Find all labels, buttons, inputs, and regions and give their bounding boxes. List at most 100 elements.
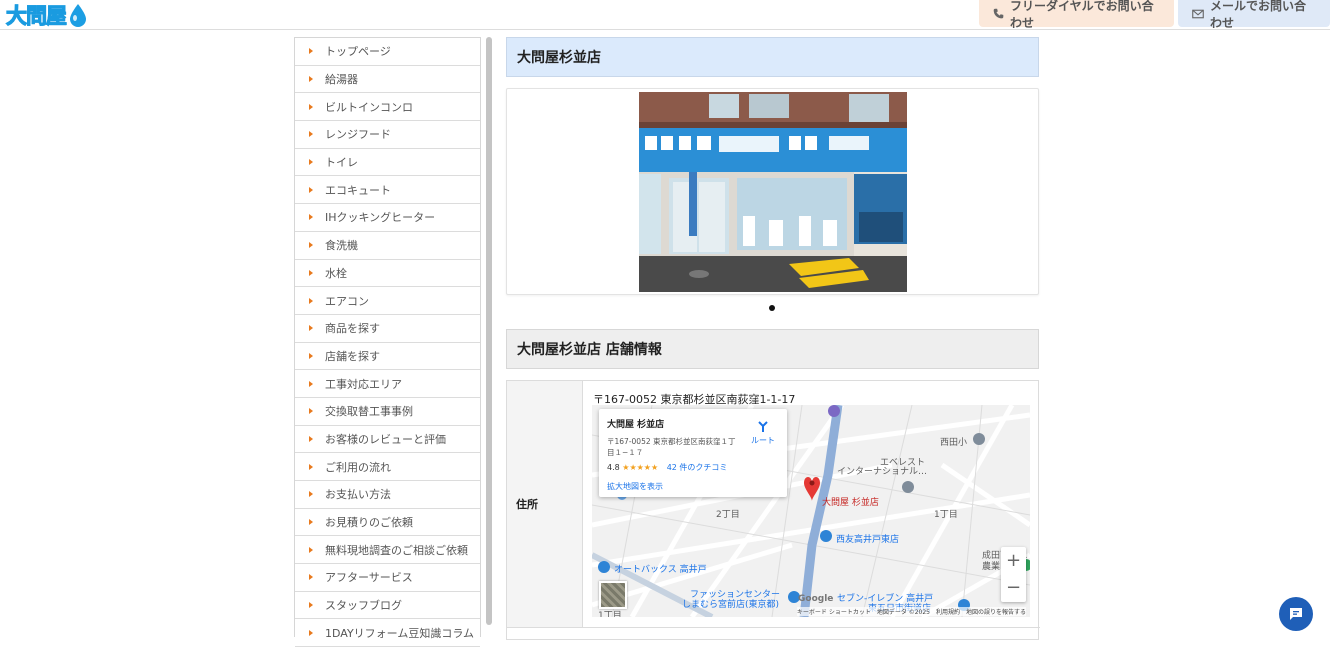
rating-value: 4.8 xyxy=(607,463,620,472)
store-info-title: 大問屋杉並店 店舗情報 xyxy=(506,329,1039,369)
sidebar-item-label: お見積りのご依頼 xyxy=(325,516,413,530)
zoom-out-button[interactable]: − xyxy=(1001,574,1026,601)
reviews-link[interactable]: 42 件のクチコミ xyxy=(667,463,728,472)
sidebar-item-staff-blog[interactable]: スタッフブログ xyxy=(295,592,480,620)
carousel-indicator-dot[interactable] xyxy=(769,305,775,311)
chevron-right-icon xyxy=(309,186,313,193)
sidebar-item-label: トップページ xyxy=(325,45,391,59)
sidebar-item-label: スタッフブログ xyxy=(325,599,402,613)
sidebar-item-label: エアコン xyxy=(325,294,369,308)
sidebar-item-faucet[interactable]: 水栓 xyxy=(295,260,480,288)
sidebar-item-label: 交換取替工事事例 xyxy=(325,405,413,419)
satellite-view-toggle[interactable] xyxy=(599,581,627,609)
sidebar-item-cases[interactable]: 交換取替工事事例 xyxy=(295,398,480,426)
sidebar-scrollbar[interactable] xyxy=(486,37,492,625)
sidebar-item-label: 工事対応エリア xyxy=(325,377,402,391)
sidebar-item-label: トイレ xyxy=(325,156,358,170)
chevron-right-icon xyxy=(309,380,313,387)
map-footer[interactable]: キーボード ショートカット 地図データ ©2025 利用規約 地図の誤りを報告す… xyxy=(796,607,1026,616)
water-drop-icon xyxy=(70,3,86,27)
map-label-shimamura[interactable]: しまむら宮前店(東京都) xyxy=(682,597,779,610)
sidebar-item-ih-heater[interactable]: IHクッキングヒーター xyxy=(295,204,480,232)
chevron-right-icon xyxy=(309,269,313,276)
sidebar-item-dishwasher[interactable]: 食洗機 xyxy=(295,232,480,260)
chevron-right-icon xyxy=(309,629,313,636)
map-label-nishida: 西田小 xyxy=(940,438,968,448)
sidebar-item-label: お支払い方法 xyxy=(325,488,391,502)
tel-contact-label: フリーダイヤルでお問い合わせ xyxy=(1010,0,1154,30)
sidebar-item-after-service[interactable]: アフターサービス xyxy=(295,564,480,592)
store-photo-carousel[interactable] xyxy=(506,88,1039,295)
sidebar-item-range-hood[interactable]: レンジフード xyxy=(295,121,480,149)
sidebar-item-aircon[interactable]: エアコン xyxy=(295,287,480,315)
sidebar-item-label: 1DAYリフォーム豆知識コラム xyxy=(325,626,475,640)
sidebar-item-reviews[interactable]: お客様のレビューと評価 xyxy=(295,426,480,454)
sidebar-item-find-products[interactable]: 商品を探す xyxy=(295,315,480,343)
zoom-in-button[interactable]: + xyxy=(1001,547,1026,574)
sidebar-item-label: 商品を探す xyxy=(325,322,380,336)
store-photo xyxy=(639,92,907,292)
google-logo: Google xyxy=(798,594,834,604)
chevron-right-icon xyxy=(309,408,313,415)
logo-text: 大問屋 xyxy=(6,0,68,30)
tel-contact-button[interactable]: フリーダイヤルでお問い合わせ xyxy=(979,0,1174,30)
map-label-farm: 農業 xyxy=(982,562,1001,572)
sidebar-item-label: レンジフード xyxy=(325,128,391,142)
chevron-right-icon xyxy=(309,546,313,553)
map-label-1chome-bottom: 1丁目 xyxy=(598,611,622,617)
enlarge-map-link[interactable]: 拡大地図を表示 xyxy=(607,481,779,492)
sidebar-item-ecocute[interactable]: エコキュート xyxy=(295,176,480,205)
chevron-right-icon xyxy=(309,103,313,110)
chevron-right-icon xyxy=(309,352,313,359)
map-rating: 4.8 ★★★★★ 42 件のクチコミ xyxy=(607,462,779,473)
google-map[interactable]: 大問屋 杉並店 〒167-0052 東京都杉並区南荻窪１丁目１−１７ 4.8 ★… xyxy=(592,405,1030,617)
map-label-seiyu[interactable]: 西友高井戸東店 xyxy=(836,532,899,545)
sidebar-item-label: 無料現地調査のご相談ご依頼 xyxy=(325,543,468,557)
chevron-right-icon xyxy=(309,214,313,221)
table-row-divider xyxy=(507,627,1040,628)
sidebar-item-find-stores[interactable]: 店舗を探す xyxy=(295,343,480,371)
sidebar-item-payment[interactable]: お支払い方法 xyxy=(295,481,480,509)
sidebar-item-estimate[interactable]: お見積りのご依頼 xyxy=(295,509,480,537)
chevron-right-icon xyxy=(309,435,313,442)
sidebar-item-top[interactable]: トップページ xyxy=(295,38,480,66)
sidebar-item-service-area[interactable]: 工事対応エリア xyxy=(295,370,480,398)
sidebar-item-column[interactable]: 1DAYリフォーム豆知識コラム xyxy=(295,619,480,647)
store-title: 大問屋杉並店 xyxy=(506,37,1039,77)
chevron-right-icon xyxy=(309,48,313,55)
sidebar-item-label: ご利用の流れ xyxy=(325,460,391,474)
map-zoom-controls: + − xyxy=(1001,547,1026,602)
mail-contact-button[interactable]: メールでお問い合わせ xyxy=(1178,0,1330,30)
chevron-right-icon xyxy=(309,519,313,526)
side-navigation: トップページ 給湯器 ビルトインコンロ レンジフード トイレ エコキュート IH… xyxy=(294,37,481,647)
chevron-right-icon xyxy=(309,491,313,498)
sidebar-item-water-heater[interactable]: 給湯器 xyxy=(295,66,480,94)
map-place-card: 大問屋 杉並店 〒167-0052 東京都杉並区南荻窪１丁目１−１７ 4.8 ★… xyxy=(599,409,787,497)
phone-icon xyxy=(993,8,1004,19)
sidebar-item-toilet[interactable]: トイレ xyxy=(295,149,480,177)
map-label-international: インターナショナル… xyxy=(837,467,928,477)
route-button[interactable]: ルート xyxy=(751,421,775,446)
chevron-right-icon xyxy=(309,76,313,83)
main-content: 大問屋杉並店 大問屋杉並店 店舗情報 住所 〒167-0052 東京都杉並区南荻… xyxy=(506,37,1040,640)
sidebar-item-label: エコキュート xyxy=(325,183,391,197)
mail-icon xyxy=(1192,9,1204,18)
sidebar-item-label: ビルトインコンロ xyxy=(325,100,413,114)
sidebar-item-label: IHクッキングヒーター xyxy=(325,211,436,225)
map-label-2chome: 2丁目 xyxy=(716,510,740,520)
map-pin-label[interactable]: 大問屋 杉並店 xyxy=(822,495,879,508)
sidebar-item-builtin-stove[interactable]: ビルトインコンロ xyxy=(295,93,480,122)
chevron-right-icon xyxy=(309,297,313,304)
sidebar-item-label: 給湯器 xyxy=(325,73,358,87)
sidebar-item-label: 店舗を探す xyxy=(325,349,380,363)
chat-button[interactable] xyxy=(1279,597,1313,631)
map-label-autobacs[interactable]: オートバックス 高井戸 xyxy=(614,562,707,575)
map-label-1chome: 1丁目 xyxy=(934,510,958,520)
chevron-right-icon xyxy=(309,242,313,249)
chevron-right-icon xyxy=(309,325,313,332)
sidebar-item-label: アフターサービス xyxy=(325,571,413,585)
sidebar-item-label: 食洗機 xyxy=(325,239,358,253)
sidebar-item-flow[interactable]: ご利用の流れ xyxy=(295,453,480,481)
sidebar-item-survey[interactable]: 無料現地調査のご相談ご依頼 xyxy=(295,536,480,565)
site-logo[interactable]: 大問屋 xyxy=(6,0,88,29)
